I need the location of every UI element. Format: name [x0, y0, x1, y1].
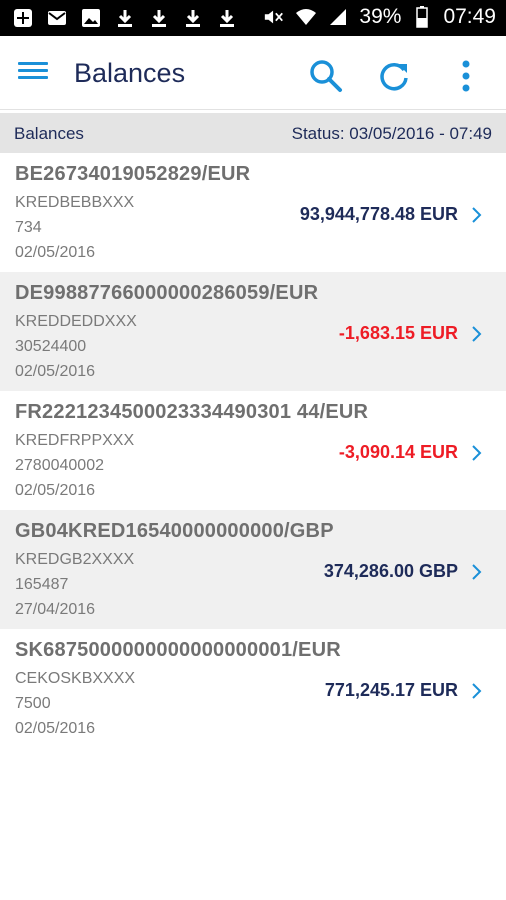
clock: 07:49 [443, 5, 496, 28]
account-row[interactable]: GB04KRED16540000000000/GBP KREDGB2XXXX 1… [0, 510, 506, 629]
account-row[interactable]: DE99887766000000286059/EUR KREDDEDDXXX 3… [0, 272, 506, 391]
account-date: 27/04/2016 [15, 601, 96, 618]
more-vert-icon[interactable] [446, 56, 486, 96]
account-balance: 374,286.00 GBP [323, 561, 458, 581]
account-code: 30524400 [15, 338, 87, 355]
section-label: Balances [14, 124, 84, 143]
battery-icon [411, 6, 433, 28]
account-row[interactable]: SK6875000000000000000001/EUR CEKOSKBXXXX… [0, 629, 506, 748]
account-bic: KREDFRPPXXX [15, 432, 135, 449]
download-icon [182, 7, 204, 29]
status-timestamp: Status: 03/05/2016 - 07:49 [291, 124, 492, 143]
download-icon [216, 7, 238, 29]
account-date: 02/05/2016 [15, 482, 96, 499]
account-date: 02/05/2016 [15, 363, 96, 380]
system-indicators: 39% 07:49 [263, 5, 496, 29]
account-iban: DE99887766000000286059/EUR [15, 282, 319, 304]
account-bic: CEKOSKBXXXX [15, 670, 136, 687]
wifi-icon [295, 6, 317, 28]
account-iban: BE26734019052829/EUR [15, 163, 251, 185]
menu-icon[interactable] [16, 58, 50, 88]
chevron-right-icon [472, 564, 482, 580]
account-iban: SK6875000000000000000001/EUR [15, 639, 341, 661]
download-icon [114, 7, 136, 29]
image-icon [80, 7, 102, 29]
page-title: Balances [74, 58, 186, 88]
account-balance: 771,245.17 EUR [324, 680, 458, 700]
signal-icon [327, 6, 349, 28]
notification-icons [12, 7, 238, 29]
account-date: 02/05/2016 [15, 720, 96, 737]
account-balance: -3,090.14 EUR [338, 442, 458, 462]
account-code: 2780040002 [15, 457, 104, 474]
mute-icon [263, 6, 285, 28]
account-balance: 93,944,778.48 EUR [299, 204, 458, 224]
battery-percent: 39% [359, 5, 402, 28]
search-icon[interactable] [306, 56, 346, 96]
account-bic: KREDBEBBXXX [15, 194, 135, 211]
section-header: Balances Status: 03/05/2016 - 07:49 [0, 113, 506, 153]
add-box-icon [12, 7, 34, 29]
chevron-right-icon [472, 445, 482, 461]
account-date: 02/05/2016 [15, 244, 96, 261]
chevron-right-icon [472, 683, 482, 699]
account-code: 734 [15, 219, 42, 236]
account-iban: GB04KRED16540000000000/GBP [15, 520, 334, 542]
download-icon [148, 7, 170, 29]
gmail-icon [46, 7, 68, 29]
account-iban: FR2221234500023334490301 44/EUR [15, 401, 369, 423]
status-bar: 39% 07:49 [0, 0, 506, 36]
account-bic: KREDGB2XXXX [15, 551, 135, 568]
account-balance: -1,683.15 EUR [338, 323, 458, 343]
account-row[interactable]: BE26734019052829/EUR KREDBEBBXXX 734 02/… [0, 153, 506, 272]
account-code: 165487 [15, 576, 69, 593]
balance-list: BE26734019052829/EUR KREDBEBBXXX 734 02/… [0, 153, 506, 748]
app-bar: Balances [0, 36, 506, 110]
account-bic: KREDDEDDXXX [15, 313, 137, 330]
account-code: 7500 [15, 695, 51, 712]
refresh-icon[interactable] [374, 56, 414, 96]
chevron-right-icon [472, 326, 482, 342]
chevron-right-icon [472, 207, 482, 223]
account-row[interactable]: FR2221234500023334490301 44/EUR KREDFRPP… [0, 391, 506, 510]
